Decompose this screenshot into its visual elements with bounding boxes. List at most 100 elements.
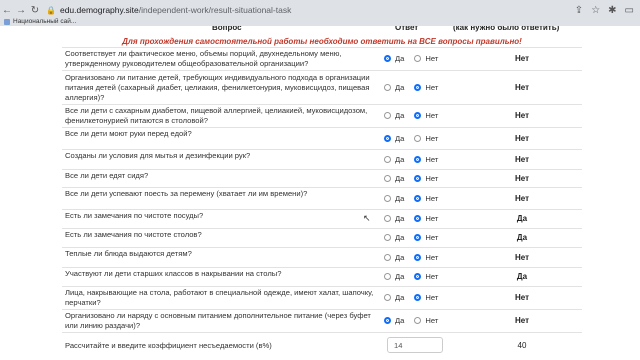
- correct-answer: Нет: [514, 154, 530, 164]
- radio-no[interactable]: [414, 317, 422, 324]
- option-no[interactable]: Нет: [414, 233, 438, 242]
- answer-options: Да Нет: [384, 194, 448, 203]
- option-no[interactable]: Нет: [414, 111, 438, 120]
- lock-icon[interactable]: 🔒: [46, 6, 56, 15]
- option-no[interactable]: Нет: [414, 214, 438, 223]
- option-no[interactable]: Нет: [414, 54, 438, 63]
- option-label: Нет: [425, 173, 439, 183]
- radio-no[interactable]: [414, 155, 422, 163]
- question-text: Все ли дети с сахарным диабетом, пищевой…: [65, 106, 368, 125]
- answer-options: Да Нет: [384, 155, 448, 164]
- radio-yes[interactable]: [384, 317, 391, 324]
- radio-no[interactable]: [414, 294, 422, 301]
- sidebar-icon[interactable]: ▭: [625, 5, 634, 16]
- radio-yes[interactable]: [384, 134, 391, 142]
- radio-yes[interactable]: [384, 155, 391, 163]
- question-text: Все ли дети моют руки перед едой?: [65, 129, 192, 138]
- page-content: Вопрос Ответ (как нужно было ответить) Д…: [0, 26, 640, 360]
- radio-yes[interactable]: [384, 273, 391, 280]
- option-no[interactable]: Нет: [414, 272, 438, 281]
- radio-yes[interactable]: [384, 234, 391, 241]
- header-answer: Ответ: [395, 26, 419, 32]
- option-yes[interactable]: Да: [384, 233, 404, 242]
- table-row: Лица, накрывающие на стола, работают в с…: [62, 286, 582, 309]
- radio-yes[interactable]: [384, 174, 391, 182]
- option-yes[interactable]: Да: [384, 54, 404, 63]
- forward-icon[interactable]: →: [14, 5, 28, 16]
- option-no[interactable]: Нет: [414, 83, 438, 92]
- table-row: Соответствует ли фактическое меню, объем…: [62, 47, 582, 70]
- bookmark-star-icon[interactable]: ☆: [591, 5, 600, 16]
- answer-options: Да Нет: [384, 272, 448, 281]
- radio-no[interactable]: [414, 55, 422, 62]
- answer-options: Да Нет: [384, 214, 448, 223]
- answer-options: Да Нет: [384, 174, 448, 183]
- back-icon[interactable]: ←: [0, 5, 14, 16]
- radio-no[interactable]: [414, 234, 422, 241]
- option-yes[interactable]: Да: [384, 272, 404, 281]
- table-row: Все ли дети едят сидя? Да Нет Нет: [62, 169, 582, 187]
- notice-text: Для прохождения самостоятельной работы н…: [122, 37, 522, 46]
- answer-options: Да Нет: [384, 54, 448, 63]
- radio-no[interactable]: [414, 194, 422, 202]
- table-row: Созданы ли условия для мытья и дезинфекц…: [62, 149, 582, 169]
- correct-answer: Нет: [514, 316, 530, 325]
- calc-correct-value: 40: [517, 341, 527, 350]
- radio-no[interactable]: [414, 134, 422, 142]
- radio-yes[interactable]: [384, 294, 391, 301]
- url-path: /independent-work/result-situational-tas…: [138, 5, 292, 15]
- extensions-icon[interactable]: ✱: [608, 5, 616, 16]
- radio-no[interactable]: [414, 273, 422, 280]
- option-yes[interactable]: Да: [384, 111, 404, 120]
- radio-yes[interactable]: [384, 253, 391, 261]
- option-no[interactable]: Нет: [414, 134, 438, 143]
- option-yes[interactable]: Да: [384, 253, 404, 262]
- table-row: Все ли дети моют руки перед едой? Да Нет Не…: [62, 127, 582, 149]
- option-no[interactable]: Нет: [414, 174, 438, 183]
- option-no[interactable]: Нет: [414, 316, 438, 325]
- radio-yes[interactable]: [384, 83, 391, 91]
- radio-yes[interactable]: [384, 55, 391, 62]
- url-host: edu.demography.site: [59, 5, 139, 15]
- option-label: Нет: [425, 316, 439, 325]
- share-icon[interactable]: ⇪: [575, 5, 583, 16]
- radio-no[interactable]: [414, 112, 422, 119]
- bookmark-item[interactable]: Национальный сай...: [13, 18, 76, 25]
- question-text: Соответствует ли фактическое меню, объем…: [65, 49, 342, 68]
- radio-yes[interactable]: [384, 215, 391, 222]
- question-text: Все ли дети успевают поесть за перемену …: [65, 189, 308, 198]
- bookmark-favicon-icon: [4, 18, 10, 25]
- option-yes[interactable]: Да: [384, 155, 404, 164]
- option-no[interactable]: Нет: [414, 293, 438, 302]
- radio-yes[interactable]: [384, 194, 391, 202]
- option-label: Нет: [425, 193, 439, 203]
- option-label: Да: [395, 233, 405, 242]
- option-label: Да: [395, 154, 405, 164]
- option-yes[interactable]: Да: [384, 83, 404, 92]
- option-no[interactable]: Нет: [414, 253, 438, 262]
- option-no[interactable]: Нет: [414, 155, 438, 164]
- option-label: Нет: [425, 252, 439, 262]
- table-row: Участвуют ли дети старших классов в накр…: [62, 267, 582, 286]
- radio-no[interactable]: [414, 83, 422, 91]
- option-no[interactable]: Нет: [414, 194, 438, 203]
- option-yes[interactable]: Да: [384, 293, 404, 302]
- option-yes[interactable]: Да: [384, 316, 404, 325]
- bookmarks-bar: Национальный сай...: [0, 17, 76, 26]
- radio-no[interactable]: [414, 215, 422, 222]
- option-label: Нет: [425, 133, 439, 143]
- option-yes[interactable]: Да: [384, 174, 404, 183]
- table-row: Организовано ли наряду с основным питани…: [62, 309, 582, 332]
- option-yes[interactable]: Да: [384, 134, 404, 143]
- table-row: Есть ли замечания по чистоте столов? Да Не…: [62, 228, 582, 247]
- radio-yes[interactable]: [384, 112, 391, 119]
- option-label: Да: [395, 173, 405, 183]
- address-bar[interactable]: edu.demography.site/independent-work/res…: [60, 5, 291, 15]
- radio-no[interactable]: [414, 174, 422, 182]
- option-yes[interactable]: Да: [384, 214, 404, 223]
- question-text: Организовано ли питание детей, требующих…: [65, 72, 370, 102]
- calc-input-field[interactable]: 14: [387, 337, 443, 353]
- radio-no[interactable]: [414, 253, 422, 261]
- reload-icon[interactable]: ↻: [28, 5, 42, 16]
- option-yes[interactable]: Да: [384, 194, 404, 203]
